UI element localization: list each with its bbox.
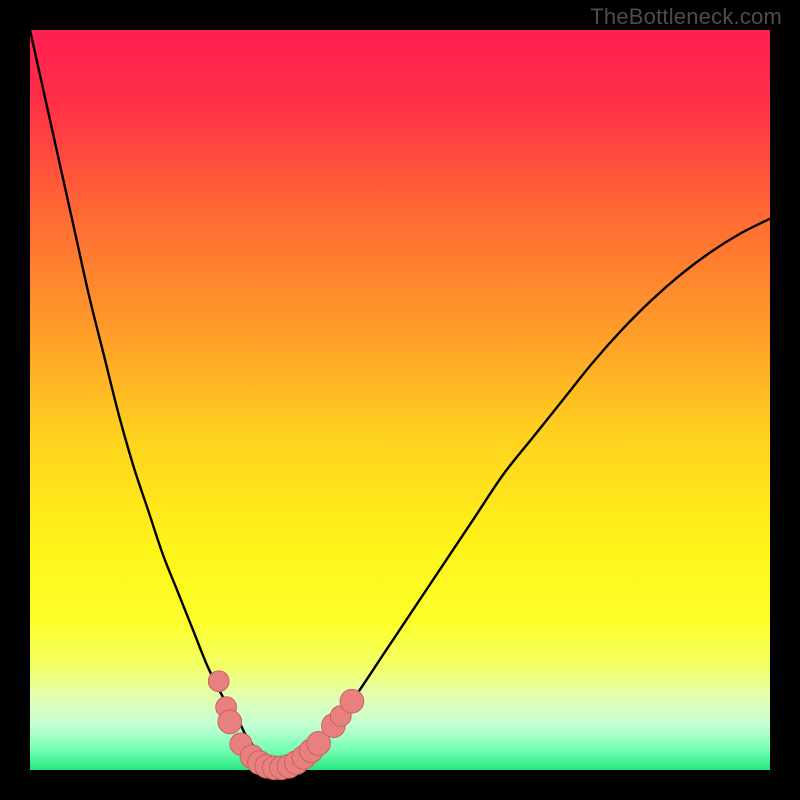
bottleneck-chart (0, 0, 800, 800)
attribution-text: TheBottleneck.com (590, 4, 782, 30)
curve-marker (340, 689, 364, 713)
plot-background (30, 30, 770, 770)
curve-marker (218, 710, 242, 734)
chart-frame: TheBottleneck.com (0, 0, 800, 800)
curve-marker (208, 671, 229, 692)
